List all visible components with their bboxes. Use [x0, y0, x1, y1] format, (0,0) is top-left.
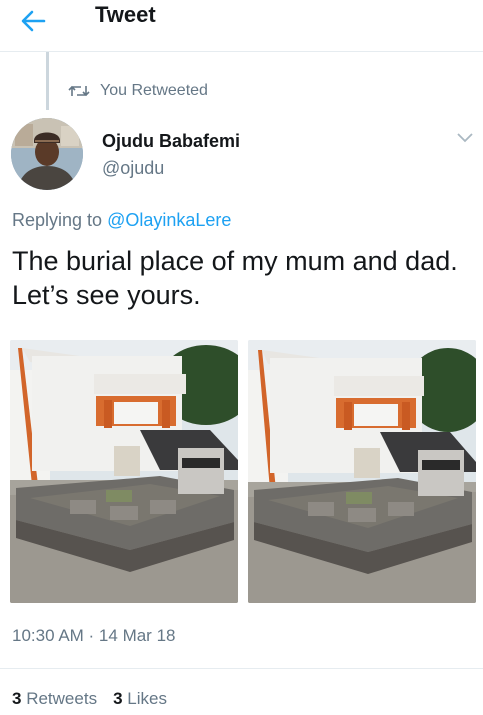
- tweet-timestamp: 10:30 AM · 14 Mar 18: [12, 626, 176, 645]
- retweets-label: Retweets: [26, 689, 98, 708]
- likes-label: Likes: [127, 689, 167, 708]
- tweet-photo[interactable]: [10, 340, 238, 603]
- retweet-icon: [68, 85, 90, 97]
- page-title: Tweet: [95, 2, 156, 27]
- divider: [0, 668, 483, 669]
- engagement-stats: 3 Retweets 3 Likes: [12, 689, 167, 709]
- chevron-down-icon[interactable]: [456, 130, 474, 144]
- tweet-text: The burial place of my mum and dad. Let’…: [12, 246, 458, 310]
- retweets-stat[interactable]: 3 Retweets: [12, 689, 97, 709]
- back-button[interactable]: [18, 6, 54, 42]
- retweet-label: You Retweeted: [100, 82, 208, 99]
- retweet-context: You Retweeted: [68, 80, 208, 102]
- reply-prefix: Replying to: [12, 210, 108, 230]
- author-handle[interactable]: @ojudu: [102, 158, 164, 179]
- thread-connector: [46, 52, 49, 110]
- arrow-left-icon: [21, 10, 46, 32]
- reply-mention-link[interactable]: @OlayinkaLere: [107, 210, 231, 230]
- likes-count: 3: [113, 689, 123, 708]
- reply-context: Replying to @OlayinkaLere: [12, 210, 231, 231]
- tweet-photo[interactable]: [248, 340, 476, 603]
- retweets-count: 3: [12, 689, 22, 708]
- avatar[interactable]: [11, 118, 83, 190]
- top-bar: Tweet: [0, 0, 483, 52]
- likes-stat[interactable]: 3 Likes: [113, 689, 167, 709]
- author-name[interactable]: Ojudu Babafemi: [102, 131, 240, 152]
